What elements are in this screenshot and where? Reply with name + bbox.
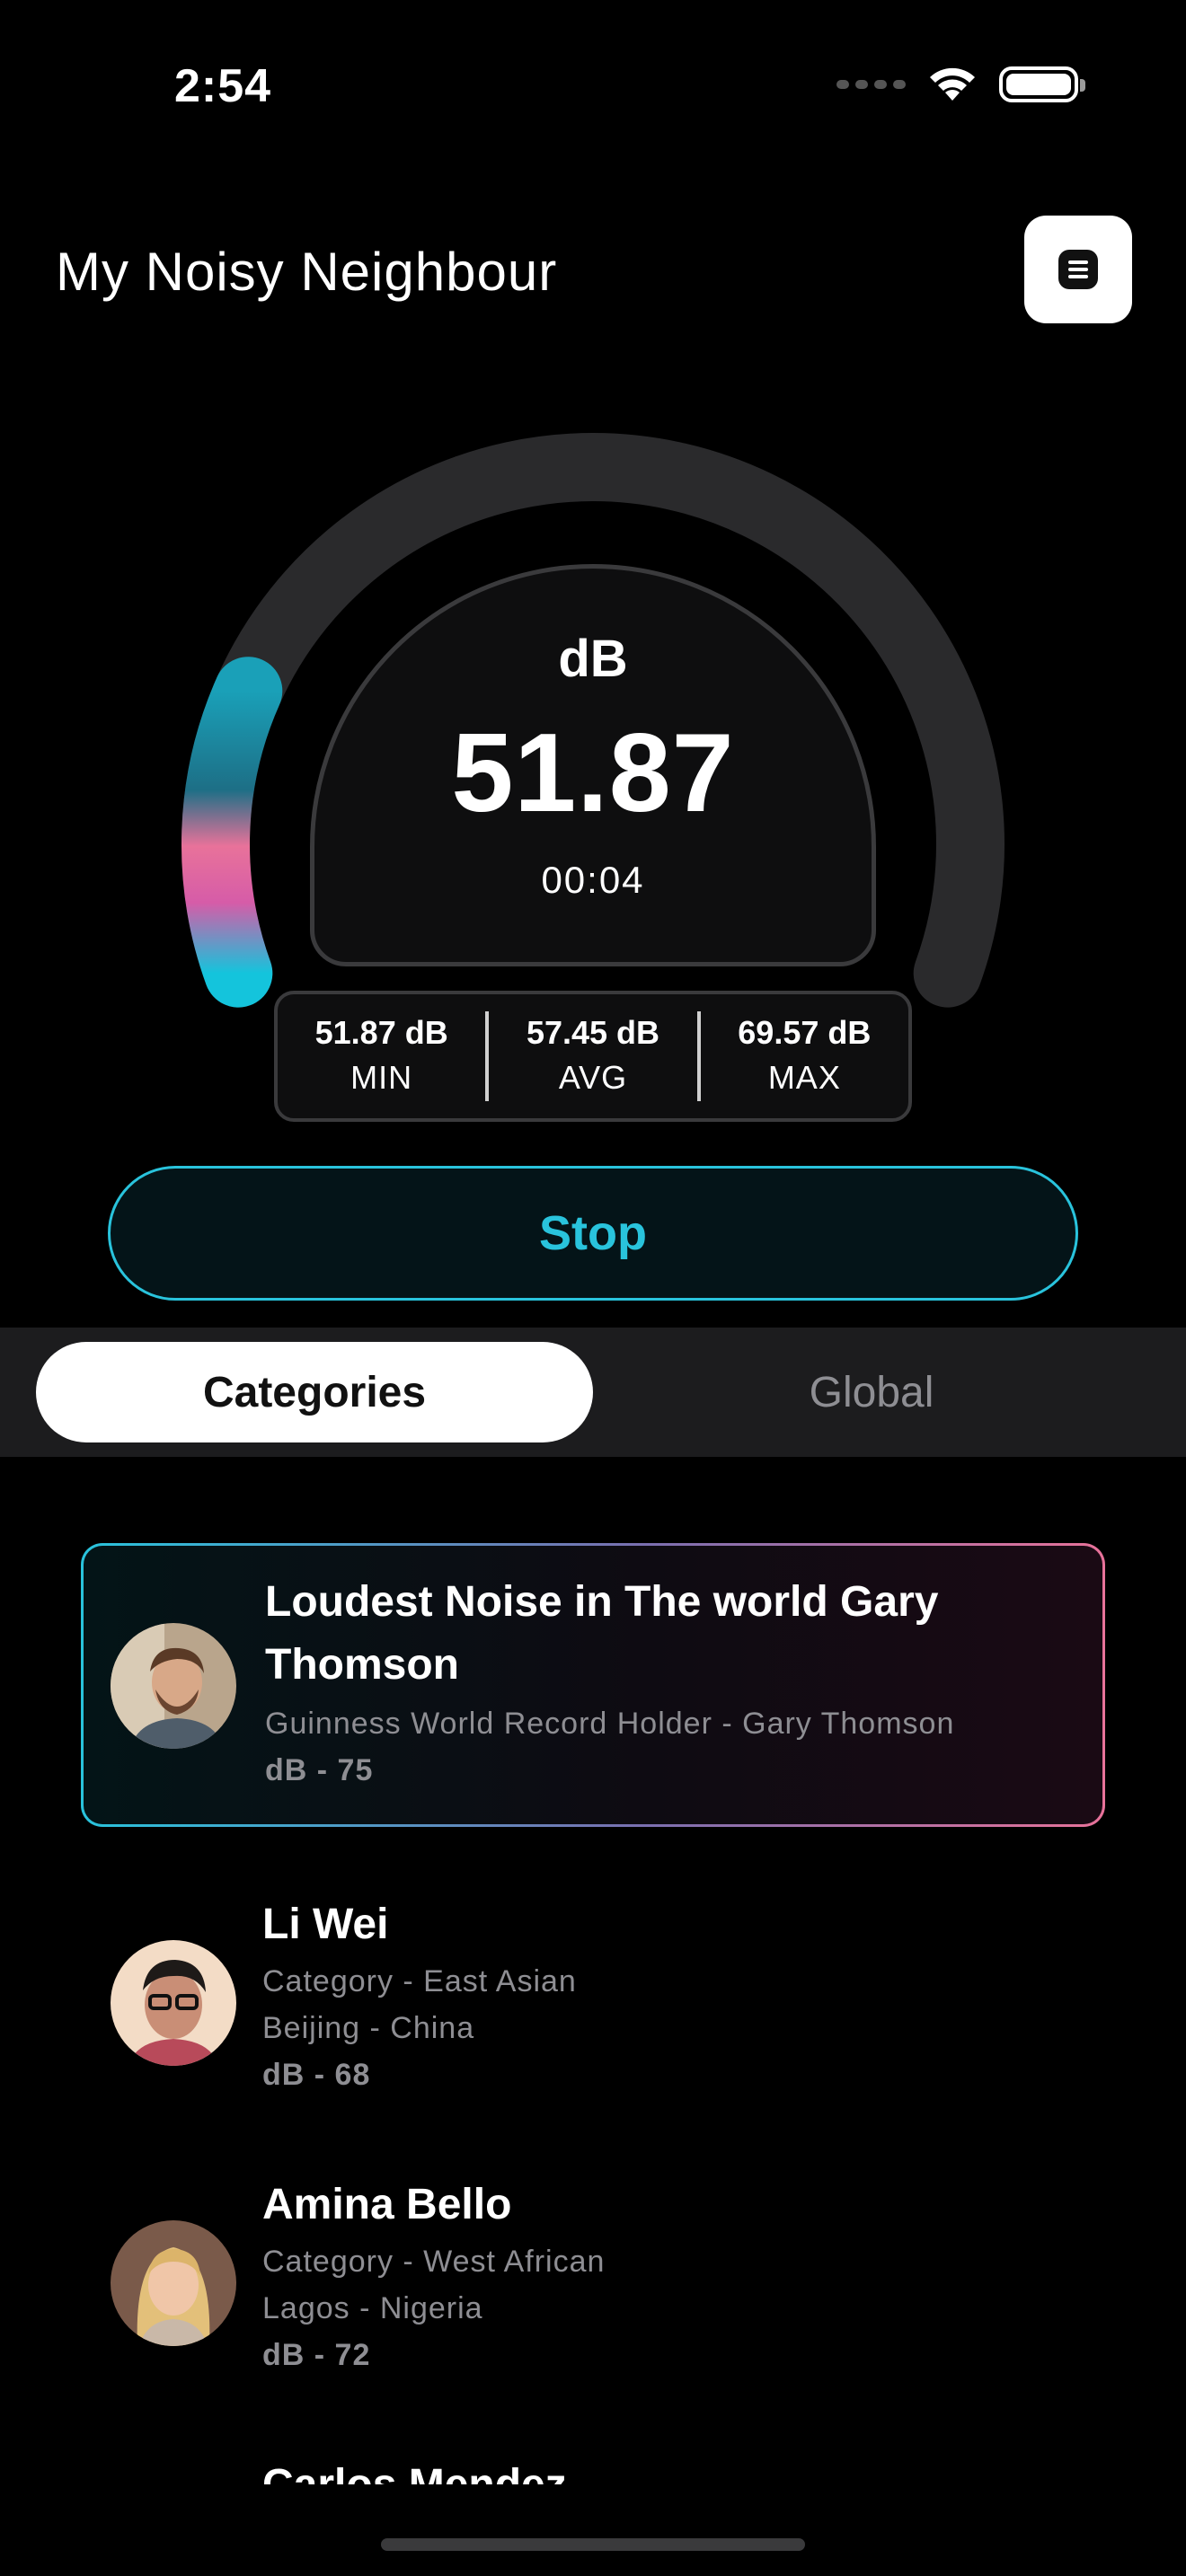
item-db: dB - 72 — [262, 2338, 371, 2372]
avatar — [111, 1940, 236, 2066]
item-category: Category - West African — [262, 2245, 606, 2279]
recording-timer: 00:04 — [541, 859, 645, 901]
item-location: Beijing - China — [262, 2011, 475, 2045]
stats-panel: 51.87 dB MIN 57.45 dB AVG 69.57 dB MAX — [274, 991, 912, 1122]
person-avatar-icon — [111, 1940, 236, 2066]
item-title: Amina Bello — [262, 2181, 512, 2228]
stat-max-label: MAX — [767, 1059, 841, 1096]
stat-avg-label: AVG — [558, 1059, 628, 1096]
person-avatar-icon — [111, 2220, 236, 2346]
person-avatar-icon — [111, 1623, 236, 1749]
item-location: Lagos - Nigeria — [262, 2291, 483, 2325]
stat-max-value: 69.57 dB — [738, 1014, 872, 1051]
stop-button[interactable]: Stop — [108, 1166, 1078, 1301]
list-item[interactable]: Carlos Mendez — [81, 2454, 1105, 2484]
segment-control: Categories Global — [0, 1328, 1186, 1457]
stat-avg: 57.45 dB AVG — [485, 1011, 696, 1101]
item-title: Carlos Mendez — [262, 2454, 1069, 2484]
gauge-unit: dB — [558, 630, 628, 688]
tab-global[interactable]: Global — [593, 1342, 1150, 1442]
avatar — [111, 2220, 236, 2346]
stat-avg-value: 57.45 dB — [526, 1014, 660, 1051]
stat-max: 69.57 dB MAX — [696, 1011, 908, 1101]
stat-min-value: 51.87 dB — [314, 1014, 448, 1051]
item-subtitle: Guinness World Record Holder - Gary Thom… — [265, 1707, 955, 1741]
item-category: Category - East Asian — [262, 1964, 577, 1998]
list-item[interactable]: Amina Bello Category - West African Lago… — [81, 2174, 1105, 2380]
item-db: dB - 75 — [265, 1753, 374, 1787]
home-indicator — [381, 2538, 805, 2551]
item-db: dB - 68 — [262, 2058, 371, 2092]
stat-min-label: MIN — [350, 1059, 413, 1096]
gauge-level-fill — [181, 657, 283, 1008]
item-title: Li Wei — [262, 1901, 389, 1948]
gauge-value: 51.87 — [451, 711, 735, 835]
item-title: Loudest Noise in The world Gary Thomson — [265, 1578, 939, 1689]
featured-list-item[interactable]: Loudest Noise in The world Gary Thomson … — [81, 1543, 1105, 1827]
avatar — [111, 1623, 236, 1749]
stat-min: 51.87 dB MIN — [278, 1011, 485, 1101]
tab-categories[interactable]: Categories — [36, 1342, 593, 1442]
list-item[interactable]: Li Wei Category - East Asian Beijing - C… — [81, 1893, 1105, 2100]
